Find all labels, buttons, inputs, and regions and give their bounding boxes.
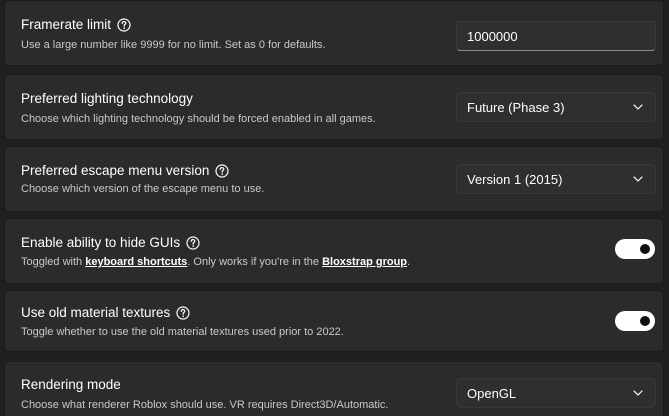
- old-textures-description: Toggle whether to use the old material t…: [21, 326, 344, 338]
- help-circle-icon[interactable]: [186, 235, 200, 250]
- old-textures-title: Use old material textures: [21, 305, 171, 320]
- help-circle-icon[interactable]: [117, 17, 131, 32]
- chevron-down-icon: [633, 390, 643, 396]
- rendering-title: Rendering mode: [21, 377, 121, 392]
- setting-escape-menu-version: Preferred escape menu version Choose whi…: [4, 146, 664, 212]
- framerate-title: Framerate limit: [21, 17, 112, 32]
- toggle-knob: [640, 316, 650, 326]
- setting-rendering-mode: Rendering mode Choose what renderer Robl…: [4, 361, 664, 416]
- hide-guis-title: Enable ability to hide GUIs: [21, 235, 181, 250]
- lighting-title-row: Preferred lighting technology: [21, 91, 193, 106]
- lighting-title: Preferred lighting technology: [21, 91, 193, 106]
- escape-menu-version-dropdown[interactable]: Version 1 (2015): [456, 164, 656, 194]
- framerate-title-row: Framerate limit: [21, 17, 131, 32]
- framerate-description: Use a large number like 9999 for no limi…: [21, 39, 326, 51]
- escape-menu-title: Preferred escape menu version: [21, 163, 210, 178]
- lighting-description: Choose which lighting technology should …: [21, 113, 376, 125]
- hide-guis-title-row: Enable ability to hide GUIs: [21, 235, 200, 250]
- rendering-selected-value: OpenGL: [467, 385, 517, 401]
- old-textures-toggle[interactable]: [615, 311, 655, 331]
- hide-guis-description: Toggled with keyboard shortcuts. Only wo…: [21, 256, 410, 268]
- hide-guis-desc-part3: .: [407, 256, 411, 268]
- help-circle-icon[interactable]: [215, 163, 229, 178]
- setting-lighting-technology: Preferred lighting technology Choose whi…: [4, 74, 664, 140]
- rendering-description: Choose what renderer Roblox should use. …: [21, 399, 389, 411]
- settings-list: Framerate limit Use a large number like …: [0, 0, 669, 416]
- framerate-limit-input[interactable]: [456, 21, 656, 51]
- help-circle-icon[interactable]: [176, 305, 190, 320]
- old-textures-title-row: Use old material textures: [21, 305, 190, 320]
- lighting-selected-value: Future (Phase 3): [467, 99, 565, 115]
- hide-guis-toggle[interactable]: [615, 239, 655, 259]
- setting-hide-guis: Enable ability to hide GUIs Toggled with…: [4, 218, 664, 284]
- escape-menu-description: Choose which version of the escape menu …: [21, 183, 265, 195]
- rendering-mode-dropdown[interactable]: OpenGL: [456, 378, 656, 408]
- hide-guis-desc-part2: . Only works if you're in the: [187, 256, 323, 268]
- chevron-down-icon: [633, 104, 643, 110]
- chevron-down-icon: [633, 176, 643, 182]
- rendering-title-row: Rendering mode: [21, 377, 121, 392]
- keyboard-shortcuts-link[interactable]: keyboard shortcuts: [85, 256, 187, 268]
- lighting-technology-dropdown[interactable]: Future (Phase 3): [456, 92, 656, 122]
- toggle-knob: [640, 244, 650, 254]
- hide-guis-desc-part1: Toggled with: [21, 256, 86, 268]
- setting-old-material-textures: Use old material textures Toggle whether…: [4, 290, 664, 352]
- setting-framerate-limit: Framerate limit Use a large number like …: [4, 0, 664, 66]
- bloxstrap-group-link[interactable]: Bloxstrap group: [322, 256, 407, 268]
- escape-menu-title-row: Preferred escape menu version: [21, 163, 229, 178]
- escape-menu-selected-value: Version 1 (2015): [467, 171, 563, 187]
